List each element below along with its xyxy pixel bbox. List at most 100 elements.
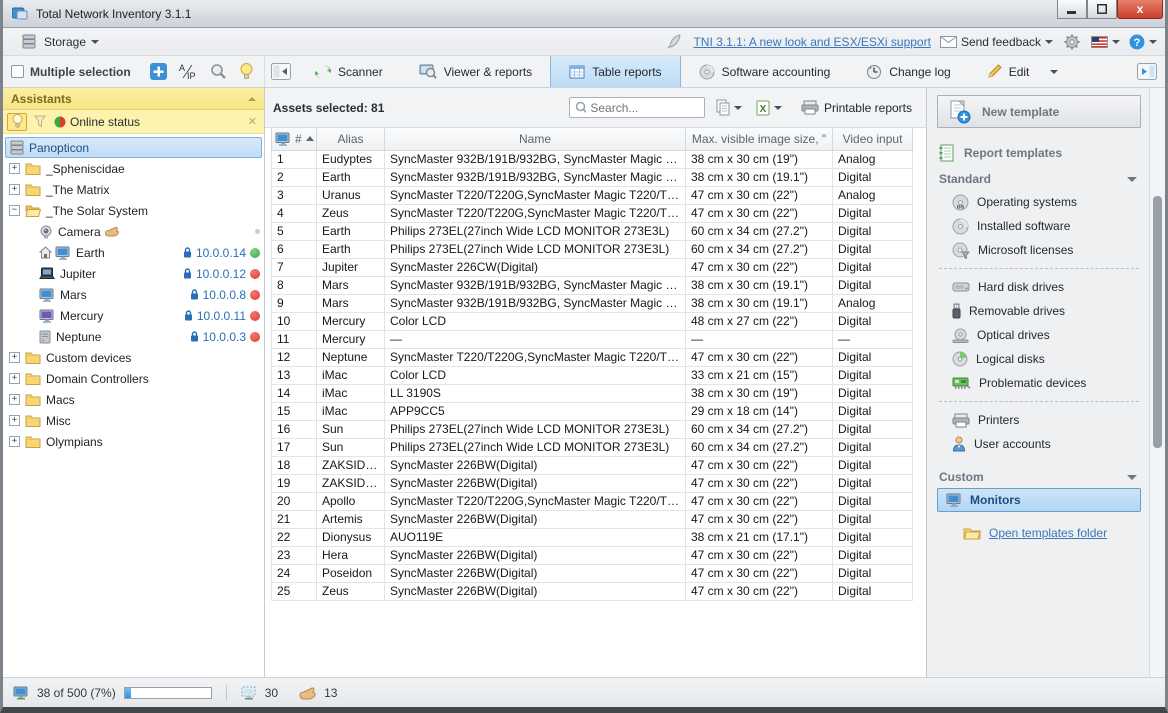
template-problematic-devices[interactable]: Problematic devices — [937, 371, 1141, 395]
templates-scrollbar[interactable] — [1149, 88, 1165, 677]
column-header-size[interactable]: Max. visible image size, " — [686, 128, 833, 150]
table-row[interactable]: 19ZAKSIDERSyncMaster 226BW(Digital)47 cm… — [272, 474, 913, 492]
tree-item-mars[interactable]: Mars10.0.0.8 — [3, 284, 264, 305]
table-row[interactable]: 21ArtemisSyncMaster 226BW(Digital)47 cm … — [272, 510, 913, 528]
tree-item-olympians[interactable]: +Olympians — [3, 431, 264, 452]
tree-expander-icon[interactable]: + — [9, 415, 20, 426]
template-logical-disks[interactable]: Logical disks — [937, 347, 1141, 371]
table-row[interactable]: 18ZAKSIDERSyncMaster 226BW(Digital)47 cm… — [272, 456, 913, 474]
template-microsoft-licenses[interactable]: Microsoft licenses — [937, 238, 1141, 262]
tree-item-jupiter[interactable]: Jupiter10.0.0.12 — [3, 263, 264, 284]
search-box[interactable] — [569, 97, 705, 118]
table-row[interactable]: 10MercuryColor LCD48 cm x 27 cm (22")Dig… — [272, 312, 913, 330]
table-row[interactable]: 12NeptuneSyncMaster T220/T220G,SyncMaste… — [272, 348, 913, 366]
gear-icon[interactable] — [1062, 32, 1082, 52]
tree-item-earth[interactable]: Earth10.0.0.14 — [3, 242, 264, 263]
assistants-header[interactable]: Assistants — [3, 88, 264, 110]
table-row[interactable]: 24PoseidonSyncMaster 226BW(Digital)47 cm… — [272, 564, 913, 582]
announcement-link[interactable]: TNI 3.1.1: A new look and ESX/ESXi suppo… — [693, 35, 930, 49]
table-row[interactable]: 7JupiterSyncMaster 226CW(Digital)47 cm x… — [272, 258, 913, 276]
close-button[interactable]: x — [1117, 0, 1163, 19]
open-templates-folder-link[interactable]: Open templates folder — [989, 526, 1107, 540]
tree-expander-icon[interactable]: + — [9, 352, 20, 363]
table-row[interactable]: 4ZeusSyncMaster T220/T220G,SyncMaster Ma… — [272, 204, 913, 222]
tab-scanner[interactable]: Scanner — [297, 56, 401, 87]
column-header-video-input[interactable]: Video input — [833, 128, 913, 150]
table-row[interactable]: 9MarsSyncMaster 932B/191B/932BG, SyncMas… — [272, 294, 913, 312]
storage-menu-button[interactable]: Storage — [11, 29, 107, 55]
tree-item--the-solar-system[interactable]: −_The Solar System — [3, 200, 264, 221]
copy-report-button[interactable] — [713, 97, 745, 118]
tree-item-macs[interactable]: +Macs — [3, 389, 264, 410]
table-row[interactable]: 2EarthSyncMaster 932B/191B/932BG, SyncMa… — [272, 168, 913, 186]
tree-item--spheniscidae[interactable]: +_Spheniscidae — [3, 158, 264, 179]
tree-expander-icon[interactable]: + — [9, 163, 20, 174]
table-row[interactable]: 11Mercury——— — [272, 330, 913, 348]
close-assistant-icon[interactable]: ✕ — [248, 115, 260, 128]
collapse-sidebar-button[interactable] — [271, 56, 291, 87]
new-template-button[interactable]: New template — [937, 95, 1141, 128]
tree-item-misc[interactable]: +Misc — [3, 410, 264, 431]
expand-panel-button[interactable] — [1137, 62, 1157, 82]
table-row[interactable]: 15iMacAPP9CC529 cm x 18 cm (14")Digital — [272, 402, 913, 420]
tree-item-custom-devices[interactable]: +Custom devices — [3, 347, 264, 368]
template-printers[interactable]: Printers — [937, 408, 1141, 432]
table-row[interactable]: 1EudyptesSyncMaster 932B/191B/932BG, Syn… — [272, 150, 913, 168]
search-input[interactable] — [590, 101, 699, 115]
find-device-button[interactable] — [208, 62, 228, 82]
maximize-button[interactable] — [1087, 0, 1117, 19]
template-operating-systems[interactable]: osOperating systems — [937, 190, 1141, 214]
help-button[interactable]: ? — [1129, 34, 1157, 50]
tree-expander-icon[interactable]: + — [9, 373, 20, 384]
tree-expander-icon[interactable]: + — [9, 436, 20, 447]
table-row[interactable]: 6EarthPhilips 273EL(27inch Wide LCD MONI… — [272, 240, 913, 258]
tree-item-camera[interactable]: Camera — [3, 221, 264, 242]
minimize-button[interactable] — [1057, 0, 1087, 19]
template-monitors[interactable]: Monitors — [937, 488, 1141, 512]
table-row[interactable]: 22DionysusAUO119E38 cm x 21 cm (17.1")Di… — [272, 528, 913, 546]
tree-item-mercury[interactable]: Mercury10.0.0.11 — [3, 305, 264, 326]
template-optical-drives[interactable]: Optical drives — [937, 323, 1141, 347]
language-flag-button[interactable] — [1091, 36, 1120, 48]
template-installed-software[interactable]: Installed software — [937, 214, 1141, 238]
table-row[interactable]: 20ApolloSyncMaster T220/T220G,SyncMaster… — [272, 492, 913, 510]
table-row[interactable]: 13iMacColor LCD33 cm x 21 cm (15")Digita… — [272, 366, 913, 384]
column-header-name[interactable]: Name — [385, 128, 686, 150]
table-row[interactable]: 16SunPhilips 273EL(27inch Wide LCD MONIT… — [272, 420, 913, 438]
assistant-bulb-button[interactable] — [236, 62, 256, 82]
template-hard-disk-drives[interactable]: Hard disk drives — [937, 275, 1141, 299]
tab-change-log[interactable]: Change log — [848, 56, 968, 87]
bulb-toggle-button[interactable] — [7, 113, 27, 131]
printable-reports-button[interactable]: Printable reports — [801, 100, 912, 115]
tree-expander-icon[interactable]: + — [9, 184, 20, 195]
tab-edit[interactable]: Edit — [969, 56, 1077, 87]
multiple-selection-checkbox[interactable]: Multiple selection — [11, 65, 131, 79]
table-row[interactable]: 17SunPhilips 273EL(27inch Wide LCD MONIT… — [272, 438, 913, 456]
tree-item-domain-controllers[interactable]: +Domain Controllers — [3, 368, 264, 389]
tree-item--the-matrix[interactable]: +_The Matrix — [3, 179, 264, 200]
table-row[interactable]: 23HeraSyncMaster 226BW(Digital)47 cm x 3… — [272, 546, 913, 564]
table-row[interactable]: 3UranusSyncMaster T220/T220G,SyncMaster … — [272, 186, 913, 204]
add-device-button[interactable] — [148, 62, 168, 82]
tree-item-panopticon[interactable]: Panopticon — [5, 137, 262, 158]
tree-expander-icon[interactable]: + — [9, 394, 20, 405]
table-row[interactable]: 8MarsSyncMaster 932B/191B/932BG, SyncMas… — [272, 276, 913, 294]
table-row[interactable]: 5EarthPhilips 273EL(27inch Wide LCD MONI… — [272, 222, 913, 240]
column-header-alias[interactable]: Alias — [317, 128, 385, 150]
tab-viewer-reports[interactable]: Viewer & reports — [401, 56, 550, 87]
scan-by-ip-button[interactable]: AIP — [176, 62, 200, 82]
table-row[interactable]: 25ZeusSyncMaster 226BW(Digital)47 cm x 3… — [272, 582, 913, 600]
table-header-row[interactable]: # Alias Name Max. visible image size, " … — [272, 128, 913, 150]
table-row[interactable]: 14iMacLL 3190S38 cm x 30 cm (19")Digital — [272, 384, 913, 402]
column-header-number[interactable]: # — [272, 128, 317, 150]
template-user-accounts[interactable]: User accounts — [937, 432, 1141, 456]
custom-section-header[interactable]: Custom — [939, 470, 1141, 484]
send-feedback-button[interactable]: Send feedback — [940, 35, 1053, 49]
filter-toggle-button[interactable] — [30, 113, 50, 131]
tree-item-neptune[interactable]: Neptune10.0.0.3 — [3, 326, 264, 347]
standard-section-header[interactable]: Standard — [939, 172, 1141, 186]
template-removable-drives[interactable]: Removable drives — [937, 299, 1141, 323]
tab-table-reports[interactable]: Table reports — [550, 56, 680, 87]
tree-expander-icon[interactable]: − — [9, 205, 20, 216]
scrollbar-thumb[interactable] — [1153, 196, 1162, 448]
